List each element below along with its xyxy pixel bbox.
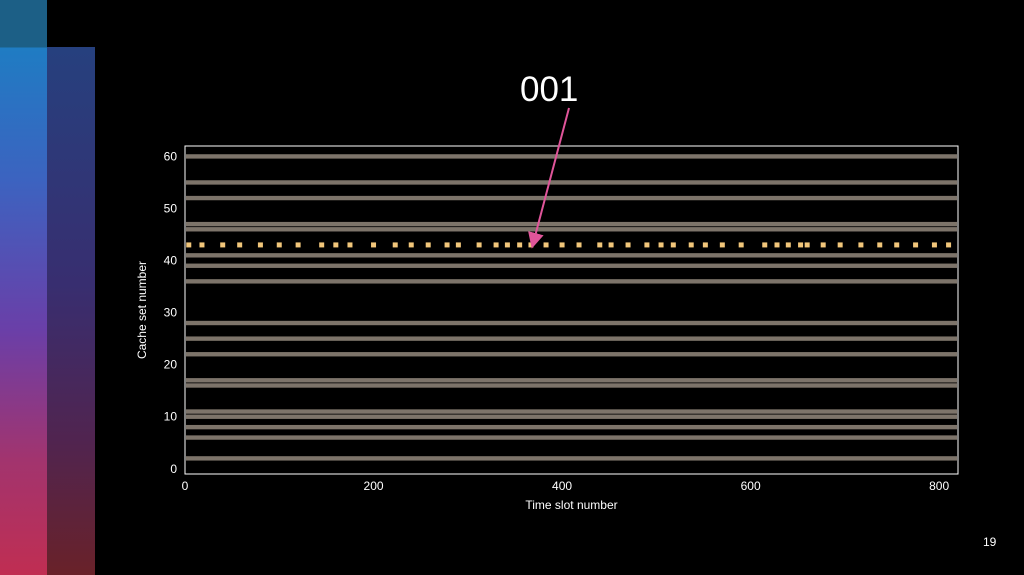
x-tick-label: 200	[364, 479, 384, 493]
highlighted-access-mark	[644, 242, 650, 248]
highlighted-access-mark	[820, 242, 826, 248]
highlighted-access-mark	[576, 242, 582, 248]
highlighted-access-mark	[858, 242, 864, 248]
highlighted-access-mark	[913, 242, 919, 248]
highlighted-access-mark	[894, 242, 900, 248]
highlighted-access-mark	[670, 242, 676, 248]
highlighted-access-mark	[608, 242, 614, 248]
highlighted-access-mark	[276, 242, 282, 248]
cache-set-row	[186, 378, 957, 383]
highlighted-access-mark	[597, 242, 603, 248]
cache-set-row	[186, 195, 957, 201]
cache-set-row	[186, 424, 957, 430]
highlighted-access-mark	[774, 242, 780, 248]
cache-set-row	[186, 383, 957, 388]
highlighted-access-mark	[658, 242, 664, 248]
highlighted-access-mark	[798, 242, 804, 248]
highlighted-access-mark	[333, 242, 339, 248]
cache-access-chart: 0 200 400 600 800 0 10 20 30 40 50 60 Time slot num…	[135, 107, 959, 512]
highlighted-access-mark	[543, 242, 549, 248]
highlighted-access-mark	[295, 242, 301, 248]
cache-set-row	[186, 409, 957, 414]
y-tick-label: 60	[164, 149, 178, 163]
highlighted-access-mark	[493, 242, 499, 248]
highlighted-access-mark	[504, 242, 510, 248]
y-tick-label: 20	[164, 358, 178, 372]
highlighted-access-mark	[738, 242, 744, 248]
x-tick-label: 400	[552, 479, 572, 493]
y-tick-label: 10	[164, 410, 178, 424]
cache-set-row	[186, 414, 957, 419]
plot-frame	[184, 145, 959, 475]
page-number: 19	[983, 535, 997, 549]
highlighted-access-mark	[220, 242, 226, 248]
cache-set-row	[186, 456, 957, 461]
highlighted-access-mark	[702, 242, 708, 248]
cache-set-row	[186, 227, 957, 232]
cache-set-row	[186, 279, 957, 284]
annotation-arrow	[528, 107, 570, 249]
y-tick-label: 0	[170, 462, 177, 476]
x-tick-label: 0	[182, 479, 189, 493]
highlighted-access-mark	[257, 242, 263, 248]
x-axis-label: Time slot number	[525, 498, 617, 512]
highlighted-access-mark	[559, 242, 565, 248]
highlighted-access-mark	[528, 242, 534, 248]
highlighted-access-mark	[837, 242, 843, 248]
cache-set-row	[186, 154, 957, 159]
highlighted-access-mark	[408, 242, 414, 248]
cache-set-row	[186, 336, 957, 341]
highlighted-access-mark	[625, 242, 631, 248]
cache-set-row	[186, 221, 957, 227]
highlighted-access-mark	[371, 242, 377, 248]
cache-set-row	[186, 180, 957, 185]
highlighted-access-mark	[476, 242, 482, 248]
cache-set-row	[186, 320, 957, 326]
highlighted-access-mark	[237, 242, 243, 248]
y-tick-label: 30	[164, 306, 178, 320]
y-tick-label: 40	[164, 254, 178, 268]
highlighted-access-mark	[946, 242, 952, 248]
cache-set-row	[186, 263, 957, 268]
highlighted-access-mark	[804, 242, 810, 248]
highlighted-access-mark	[785, 242, 791, 248]
x-tick-label: 600	[741, 479, 761, 493]
highlighted-access-mark	[455, 242, 461, 248]
cache-set-row	[186, 435, 957, 440]
highlighted-access-mark	[877, 242, 883, 248]
y-axis-label: Cache set number	[135, 261, 149, 359]
highlighted-access-mark	[444, 242, 450, 248]
highlighted-access-mark	[762, 242, 768, 248]
highlighted-access-mark	[517, 242, 523, 248]
highlighted-access-mark	[392, 242, 398, 248]
highlighted-access-mark	[347, 242, 353, 248]
highlighted-access-mark	[319, 242, 325, 248]
highlighted-access-mark	[931, 242, 937, 248]
cache-set-row	[186, 253, 957, 258]
highlighted-access-mark	[719, 242, 725, 248]
cache-set-row	[186, 352, 957, 357]
highlighted-access-mark	[688, 242, 694, 248]
highlighted-access-mark	[199, 242, 205, 248]
highlighted-access-mark	[186, 242, 192, 248]
x-tick-label: 800	[929, 479, 949, 493]
highlighted-access-mark	[425, 242, 431, 248]
y-tick-label: 50	[164, 201, 178, 215]
